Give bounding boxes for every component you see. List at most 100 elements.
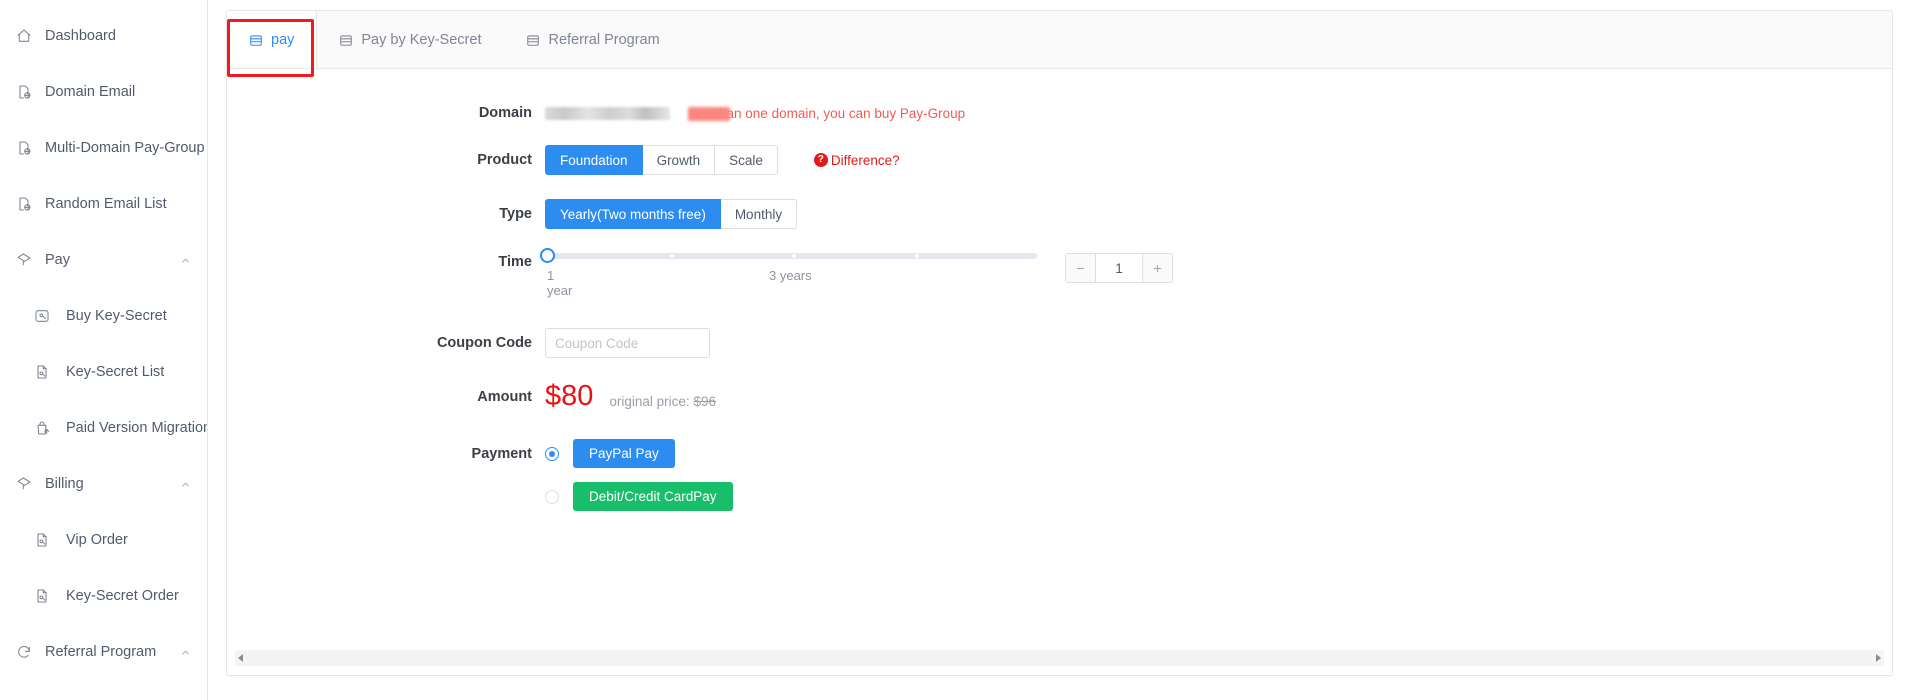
difference-link[interactable]: ? Difference? — [813, 152, 900, 168]
chevron-up-icon[interactable] — [179, 646, 191, 658]
tab-label: Pay by Key-Secret — [361, 31, 482, 48]
difference-label: Difference? — [830, 152, 900, 168]
sidebar-item-dashboard[interactable]: Dashboard — [0, 8, 207, 64]
payment-label: Payment — [471, 445, 532, 462]
horizontal-scrollbar[interactable] — [235, 650, 1884, 666]
slider-tick-1 — [669, 254, 674, 258]
tab-bar: pay Pay by Key-Secret Referral Program — [227, 11, 1892, 77]
doc-key-icon — [32, 362, 52, 382]
sidebar-item-pay[interactable]: Pay — [0, 232, 207, 288]
sidebar-item-vip-order[interactable]: Vip Order — [0, 512, 207, 568]
tab-list: pay Pay by Key-Secret Referral Program — [227, 11, 683, 68]
sidebar-item-random-email-list[interactable]: Random Email List — [0, 176, 207, 232]
form-row-domain: Domain ore than one domain, you can buy … — [227, 105, 1892, 121]
domain-value-redacted — [545, 106, 670, 120]
sidebar-item-label: Key-Secret Order — [66, 588, 179, 604]
sidebar-item-label: Multi-Domain Pay-Group — [45, 140, 205, 156]
sidebar-item-referral-program[interactable]: Referral Program — [0, 624, 207, 680]
product-option-scale[interactable]: Scale — [715, 145, 778, 175]
sidebar-item-domain-email[interactable]: Domain Email — [0, 64, 207, 120]
calendar-icon — [526, 33, 540, 47]
time-slider[interactable] — [540, 248, 1037, 263]
scroll-right-arrow-icon[interactable] — [1876, 654, 1881, 662]
calendar-icon — [339, 33, 353, 47]
form-row-amount: Amount $80 original price: $96 — [227, 382, 1892, 411]
sidebar-item-label: Dashboard — [45, 28, 116, 44]
payment-radio-card[interactable] — [545, 489, 559, 504]
original-price-value: $96 — [693, 394, 716, 409]
original-price-prefix: original price: — [609, 394, 694, 409]
domain-hint-mask — [688, 106, 730, 121]
sidebar: Dashboard Domain Email Multi-Domain Pay-Gr… — [0, 0, 208, 700]
pay-panel: pay Pay by Key-Secret Referral Program Dom… — [226, 10, 1893, 676]
question-mark-icon: ? — [813, 153, 828, 167]
coupon-code-input[interactable] — [545, 328, 710, 358]
sidebar-item-key-secret-list[interactable]: Key-Secret List — [0, 344, 207, 400]
tab-referral-program[interactable]: Referral Program — [504, 11, 682, 68]
product-option-growth[interactable]: Growth — [642, 145, 716, 175]
tab-pay-by-key-secret[interactable]: Pay by Key-Secret — [317, 11, 504, 68]
sidebar-item-buy-key-secret[interactable]: Buy Key-Secret — [0, 288, 207, 344]
slider-tick-3 — [914, 254, 919, 258]
globe-doc-icon — [14, 82, 34, 102]
type-option-yearly-two-months-free[interactable]: Yearly(Two months free) — [545, 199, 721, 229]
product-option-foundation[interactable]: Foundation — [545, 145, 643, 175]
form-row-product: Product Foundation Growth Scale ? Differen… — [227, 145, 1892, 175]
stepper-increment-button[interactable]: + — [1142, 254, 1172, 282]
time-label: Time — [498, 254, 532, 270]
type-label: Type — [499, 206, 532, 222]
debit-credit-card-pay-button[interactable]: Debit/Credit CardPay — [573, 482, 733, 511]
amount-price: $80 — [545, 380, 594, 412]
doc-key-icon — [32, 530, 52, 550]
sidebar-item-billing[interactable]: Billing — [0, 456, 207, 512]
tab-label: pay — [271, 31, 295, 48]
payment-radio-paypal[interactable] — [545, 446, 559, 461]
form-row-payment-card: Debit/Credit CardPay — [227, 482, 1892, 511]
sidebar-item-multi-domain-pay-group[interactable]: Multi-Domain Pay-Group — [0, 120, 207, 176]
upgrade-bag-icon — [32, 418, 52, 438]
pay-form: Domain ore than one domain, you can buy … — [227, 69, 1892, 650]
tab-pay[interactable]: pay — [227, 11, 318, 68]
coupon-label: Coupon Code — [436, 335, 532, 351]
sidebar-nav-list: Dashboard Domain Email Multi-Domain Pay-Gr… — [0, 8, 207, 700]
form-row-type: Type Yearly(Two months free) Monthly — [227, 199, 1892, 229]
type-option-monthly[interactable]: Monthly — [720, 199, 798, 229]
main-content: pay Pay by Key-Secret Referral Program Dom… — [208, 0, 1911, 700]
globe-doc-icon — [14, 194, 34, 214]
doc-key-icon — [32, 586, 52, 606]
refresh-icon — [14, 642, 34, 662]
sidebar-item-label: Random Email List — [45, 196, 167, 212]
scroll-left-arrow-icon[interactable] — [238, 654, 243, 662]
form-row-coupon: Coupon Code — [227, 328, 1892, 358]
quantity-stepper: − 1 + — [1065, 253, 1173, 283]
calendar-icon — [249, 33, 263, 47]
slider-tick-2 — [792, 254, 796, 258]
amount-label: Amount — [477, 388, 532, 405]
paypal-pay-button[interactable]: PayPal Pay — [573, 439, 675, 468]
tab-label: Referral Program — [548, 31, 660, 48]
sidebar-item-referral-program[interactable]: Referral Program — [0, 680, 207, 700]
key-box-icon — [32, 306, 52, 326]
sidebar-item-label: Vip Order — [66, 532, 128, 548]
sidebar-item-label: Key-Secret List — [66, 364, 165, 380]
form-row-payment: Payment PayPal Pay — [227, 439, 1892, 468]
domain-hint-text: ore than one domain, you can buy Pay-Gro… — [692, 105, 966, 121]
home-icon — [14, 26, 34, 46]
chevron-up-icon[interactable] — [179, 254, 191, 266]
time-slider-labels: 1 year 3 years — [547, 268, 812, 298]
sidebar-item-label: Paid Version Migration — [66, 420, 208, 436]
stepper-value[interactable]: 1 — [1096, 254, 1142, 282]
domain-label: Domain — [478, 105, 532, 121]
time-slider-handle[interactable] — [540, 248, 555, 263]
sidebar-item-label: Referral Program — [45, 644, 157, 660]
time-max-label: 3 years — [769, 268, 812, 283]
stepper-decrement-button[interactable]: − — [1066, 254, 1096, 282]
sidebar-item-key-secret-order[interactable]: Key-Secret Order — [0, 568, 207, 624]
sidebar-item-label: Billing — [45, 476, 84, 492]
domain-hint: ore than one domain, you can buy Pay-Gro… — [688, 105, 966, 121]
product-label: Product — [477, 152, 532, 168]
sidebar-item-label: Pay — [45, 252, 70, 268]
product-button-group: Foundation Growth Scale — [545, 145, 778, 175]
chevron-up-icon[interactable] — [179, 478, 191, 490]
sidebar-item-paid-version-migration[interactable]: Paid Version Migration — [0, 400, 207, 456]
